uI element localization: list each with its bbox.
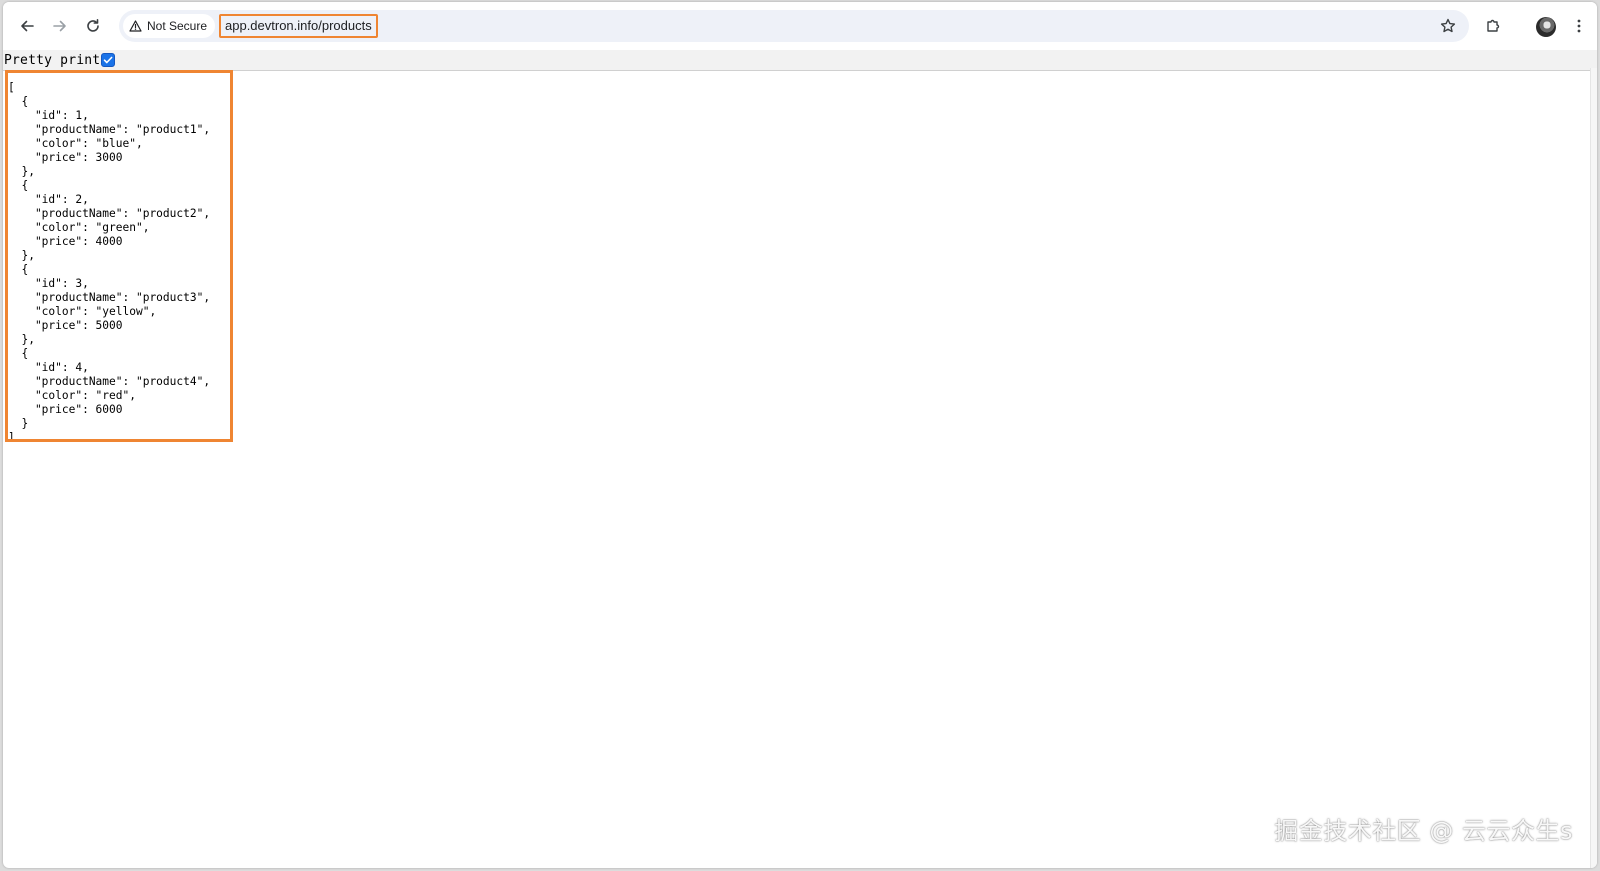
reload-icon xyxy=(87,19,99,32)
json-line: "color": "yellow", xyxy=(8,305,157,318)
json-line: "id": 2, xyxy=(8,193,89,206)
json-line: "productName": "product2", xyxy=(8,207,211,220)
checkmark-icon xyxy=(104,56,113,64)
json-response: [ { "id": 1, "productName": "product1", … xyxy=(8,73,230,442)
bookmark-button[interactable] xyxy=(1436,14,1460,38)
browser-window: Not Secure app.devtron.info/products Pre… xyxy=(3,2,1597,868)
pretty-print-checkbox[interactable] xyxy=(101,53,116,67)
json-line: "productName": "product1", xyxy=(8,123,211,136)
json-line: "productName": "product4", xyxy=(8,375,211,388)
pretty-print-bar: Pretty print xyxy=(3,50,1597,71)
security-label: Not Secure xyxy=(147,19,208,33)
json-line: } xyxy=(8,417,29,430)
browser-toolbar: Not Secure app.devtron.info/products xyxy=(3,2,1597,50)
security-indicator[interactable]: Not Secure xyxy=(123,14,216,38)
star-icon xyxy=(1440,18,1456,33)
json-line: { xyxy=(8,179,29,192)
avatar[interactable] xyxy=(1536,17,1556,37)
browser-menu-button[interactable] xyxy=(1567,14,1591,38)
json-line: "price": 4000 xyxy=(8,235,123,248)
json-line: "price": 3000 xyxy=(8,151,123,164)
json-line: }, xyxy=(8,249,35,262)
json-line: "productName": "product3", xyxy=(8,291,211,304)
warning-triangle-icon xyxy=(129,20,142,32)
json-line: "price": 6000 xyxy=(8,403,123,416)
puzzle-icon xyxy=(1487,19,1500,32)
address-bar[interactable]: Not Secure app.devtron.info/products xyxy=(119,10,1469,42)
watermark: 掘金技术社区 @ 云云众生s xyxy=(1274,817,1573,845)
json-line: "id": 4, xyxy=(8,361,89,374)
json-line: { xyxy=(8,263,29,276)
json-line: ] xyxy=(8,431,15,442)
json-line: "color": "green", xyxy=(8,221,150,234)
json-line: "id": 1, xyxy=(8,109,89,122)
forward-button[interactable] xyxy=(48,14,72,38)
json-line: }, xyxy=(8,333,35,346)
json-response-highlight: [ { "id": 1, "productName": "product1", … xyxy=(5,70,233,442)
json-line: "price": 5000 xyxy=(8,319,123,332)
url-text[interactable]: app.devtron.info/products xyxy=(219,14,378,38)
json-line: "id": 3, xyxy=(8,277,89,290)
kebab-menu-icon xyxy=(1577,19,1581,33)
pretty-print-label: Pretty print xyxy=(4,52,101,68)
back-button[interactable] xyxy=(15,14,39,38)
json-line: [ xyxy=(8,81,15,94)
json-line: }, xyxy=(8,165,35,178)
scrollbar[interactable] xyxy=(1590,68,1597,868)
arrow-left-icon xyxy=(21,20,34,32)
json-line: { xyxy=(8,95,29,108)
arrow-right-icon xyxy=(53,20,66,32)
extensions-button[interactable] xyxy=(1481,14,1505,38)
json-line: { xyxy=(8,347,29,360)
json-line: "color": "blue", xyxy=(8,137,143,150)
reload-button[interactable] xyxy=(81,14,105,38)
json-line: "color": "red", xyxy=(8,389,136,402)
